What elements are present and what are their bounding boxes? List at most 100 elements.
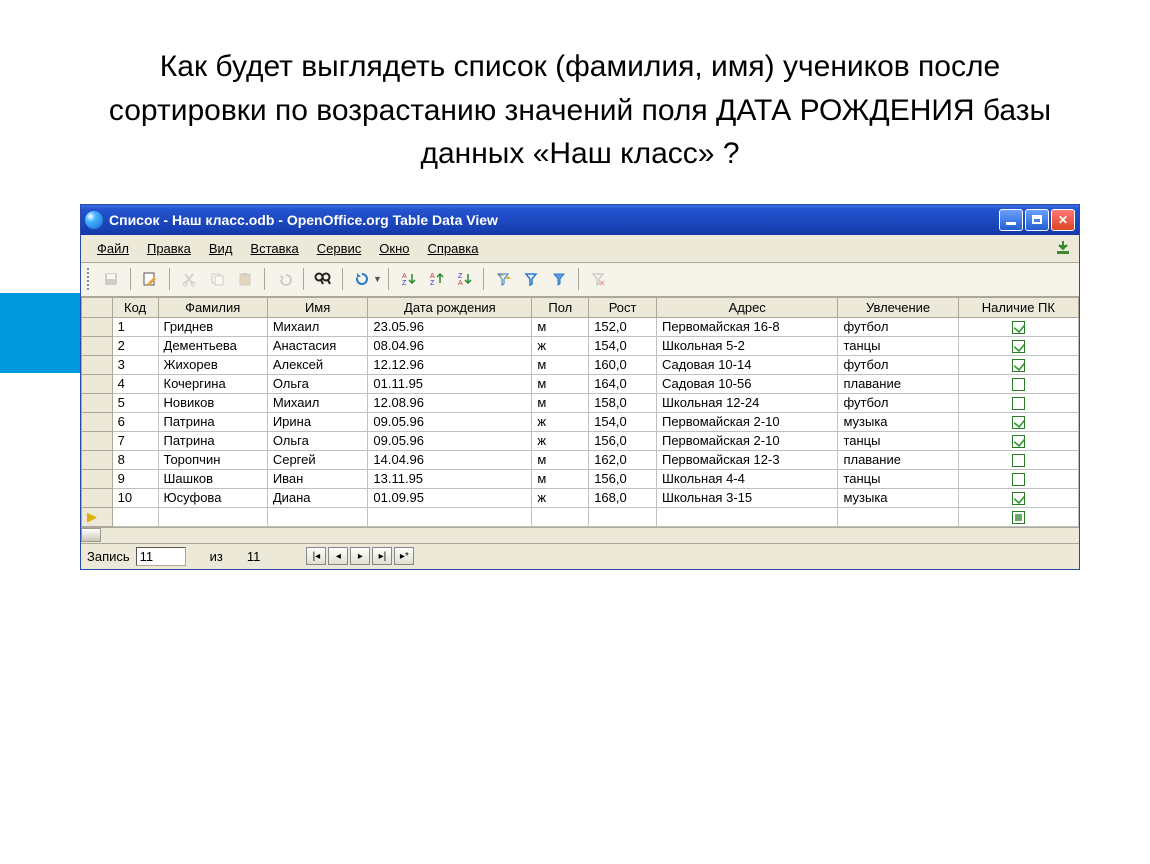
table-row[interactable]: 5НовиковМихаил12.08.96м158,0Школьная 12-… bbox=[82, 393, 1079, 412]
cell-name[interactable]: Михаил bbox=[267, 317, 368, 336]
cell-height[interactable]: 160,0 bbox=[589, 355, 657, 374]
table-row[interactable]: 9ШашковИван13.11.95м156,0Школьная 4-4тан… bbox=[82, 469, 1079, 488]
cell-pc[interactable] bbox=[958, 488, 1078, 507]
row-selector-header[interactable] bbox=[82, 297, 113, 317]
cut-icon[interactable] bbox=[176, 266, 202, 292]
cell-name[interactable] bbox=[267, 507, 368, 526]
cell-surname[interactable]: Торопчин bbox=[158, 450, 267, 469]
cell-sex[interactable]: ж bbox=[532, 336, 589, 355]
cell-sex[interactable]: ж bbox=[532, 412, 589, 431]
cell-pc[interactable] bbox=[958, 469, 1078, 488]
sort-desc-icon[interactable]: AZ bbox=[423, 266, 449, 292]
cell-dob[interactable]: 12.08.96 bbox=[368, 393, 532, 412]
maximize-button[interactable] bbox=[1025, 209, 1049, 231]
row-selector[interactable] bbox=[82, 412, 113, 431]
cell-surname[interactable] bbox=[158, 507, 267, 526]
cell-pc[interactable] bbox=[958, 317, 1078, 336]
cell-surname[interactable]: Жихорев bbox=[158, 355, 267, 374]
cell-code[interactable]: 7 bbox=[112, 431, 158, 450]
cell-hobby[interactable]: футбол bbox=[838, 393, 958, 412]
download-icon[interactable] bbox=[1055, 240, 1071, 256]
cell-name[interactable]: Анастасия bbox=[267, 336, 368, 355]
cell-sex[interactable]: м bbox=[532, 450, 589, 469]
record-number-input[interactable] bbox=[136, 547, 186, 566]
cell-code[interactable]: 8 bbox=[112, 450, 158, 469]
checkbox-icon[interactable] bbox=[1012, 454, 1025, 467]
cell-hobby[interactable]: танцы bbox=[838, 431, 958, 450]
row-selector[interactable] bbox=[82, 488, 113, 507]
row-selector[interactable] bbox=[82, 450, 113, 469]
cell-name[interactable]: Иван bbox=[267, 469, 368, 488]
cell-hobby[interactable]: футбол bbox=[838, 355, 958, 374]
cell-surname[interactable]: Патрина bbox=[158, 431, 267, 450]
cell-address[interactable]: Школьная 12-24 bbox=[656, 393, 837, 412]
cell-sex[interactable]: м bbox=[532, 393, 589, 412]
row-selector[interactable] bbox=[82, 431, 113, 450]
cell-name[interactable]: Михаил bbox=[267, 393, 368, 412]
cell-code[interactable]: 3 bbox=[112, 355, 158, 374]
sort-za-icon[interactable]: ZA bbox=[451, 266, 477, 292]
row-selector[interactable] bbox=[82, 317, 113, 336]
apply-filter-icon[interactable] bbox=[546, 266, 572, 292]
cell-height[interactable]: 154,0 bbox=[589, 412, 657, 431]
cell-sex[interactable]: м bbox=[532, 317, 589, 336]
cell-pc[interactable] bbox=[958, 431, 1078, 450]
col-header-dob[interactable]: Дата рождения bbox=[368, 297, 532, 317]
menu-view[interactable]: Вид bbox=[201, 239, 241, 258]
cell-height[interactable]: 156,0 bbox=[589, 431, 657, 450]
cell-pc[interactable] bbox=[958, 393, 1078, 412]
cell-name[interactable]: Алексей bbox=[267, 355, 368, 374]
cell-pc[interactable] bbox=[958, 507, 1078, 526]
cell-address[interactable]: Школьная 5-2 bbox=[656, 336, 837, 355]
sort-asc-icon[interactable]: AZ bbox=[395, 266, 421, 292]
checkbox-icon[interactable] bbox=[1012, 397, 1025, 410]
cell-pc[interactable] bbox=[958, 355, 1078, 374]
cell-address[interactable]: Первомайская 12-3 bbox=[656, 450, 837, 469]
cell-dob[interactable] bbox=[368, 507, 532, 526]
cell-height[interactable]: 154,0 bbox=[589, 336, 657, 355]
cell-height[interactable]: 168,0 bbox=[589, 488, 657, 507]
nav-next-button[interactable]: ▸ bbox=[350, 547, 370, 565]
copy-icon[interactable] bbox=[204, 266, 230, 292]
remove-filter-icon[interactable] bbox=[585, 266, 611, 292]
cell-height[interactable] bbox=[589, 507, 657, 526]
cell-dob[interactable]: 01.09.95 bbox=[368, 488, 532, 507]
checkbox-icon[interactable] bbox=[1012, 492, 1025, 505]
cell-dob[interactable]: 08.04.96 bbox=[368, 336, 532, 355]
cell-dob[interactable]: 09.05.96 bbox=[368, 412, 532, 431]
row-selector[interactable] bbox=[82, 393, 113, 412]
checkbox-icon[interactable] bbox=[1012, 435, 1025, 448]
checkbox-icon[interactable] bbox=[1012, 321, 1025, 334]
cell-pc[interactable] bbox=[958, 450, 1078, 469]
scroll-thumb[interactable] bbox=[81, 528, 101, 542]
cell-surname[interactable]: Дементьева bbox=[158, 336, 267, 355]
cell-code[interactable]: 5 bbox=[112, 393, 158, 412]
cell-name[interactable]: Ольга bbox=[267, 374, 368, 393]
cell-address[interactable]: Школьная 3-15 bbox=[656, 488, 837, 507]
row-selector[interactable] bbox=[82, 336, 113, 355]
table-row[interactable]: 3ЖихоревАлексей12.12.96м160,0Садовая 10-… bbox=[82, 355, 1079, 374]
toolbar-handle-icon[interactable] bbox=[87, 268, 92, 290]
menu-window[interactable]: Окно bbox=[371, 239, 417, 258]
cell-hobby[interactable]: плавание bbox=[838, 450, 958, 469]
cell-name[interactable]: Диана bbox=[267, 488, 368, 507]
standard-filter-icon[interactable] bbox=[518, 266, 544, 292]
cell-dob[interactable]: 23.05.96 bbox=[368, 317, 532, 336]
cell-hobby[interactable]: плавание bbox=[838, 374, 958, 393]
col-header-height[interactable]: Рост bbox=[589, 297, 657, 317]
nav-new-button[interactable]: ▸* bbox=[394, 547, 414, 565]
cell-hobby[interactable]: танцы bbox=[838, 469, 958, 488]
checkbox-icon[interactable] bbox=[1012, 340, 1025, 353]
cell-surname[interactable]: Новиков bbox=[158, 393, 267, 412]
menu-edit[interactable]: Правка bbox=[139, 239, 199, 258]
cell-height[interactable]: 156,0 bbox=[589, 469, 657, 488]
data-grid[interactable]: Код Фамилия Имя Дата рождения Пол Рост А… bbox=[81, 297, 1079, 527]
cell-address[interactable]: Садовая 10-56 bbox=[656, 374, 837, 393]
cell-pc[interactable] bbox=[958, 336, 1078, 355]
paste-icon[interactable] bbox=[232, 266, 258, 292]
cell-hobby[interactable]: музыка bbox=[838, 488, 958, 507]
cell-hobby[interactable]: танцы bbox=[838, 336, 958, 355]
table-row[interactable]: 2ДементьеваАнастасия08.04.96ж154,0Школьн… bbox=[82, 336, 1079, 355]
refresh-icon[interactable] bbox=[349, 266, 375, 292]
cell-height[interactable]: 162,0 bbox=[589, 450, 657, 469]
